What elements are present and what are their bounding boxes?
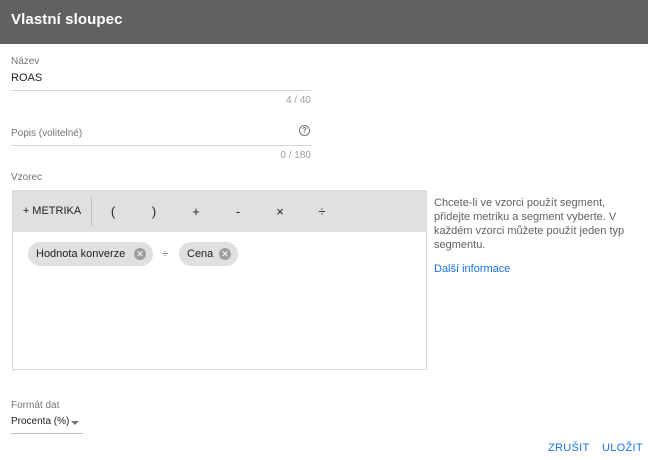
formula-toolbar: + METRIKA ( ) + - × ÷ [13, 191, 426, 232]
format-label: Formát dat [11, 400, 60, 411]
toolbar-divider [91, 197, 92, 226]
plus-button[interactable]: + [184, 191, 208, 232]
divide-button[interactable]: ÷ [310, 191, 334, 232]
chip-label: Hodnota konverze [36, 248, 126, 260]
learn-more-link[interactable]: Další informace [434, 263, 510, 275]
close-paren-button[interactable]: ) [142, 191, 166, 232]
close-circle-icon[interactable]: ✕ [219, 248, 231, 260]
segment-hint-text: Chcete-li ve vzorci použít segment, přid… [434, 197, 625, 251]
chip-label: Cena [187, 248, 214, 260]
cancel-button[interactable]: ZRUŠIT [548, 442, 590, 454]
open-paren-button[interactable]: ( [101, 191, 125, 232]
name-field-underline [11, 90, 311, 91]
format-select-value: Procenta (%) [11, 416, 70, 427]
multiply-button[interactable]: × [268, 191, 292, 232]
name-field-label: Název [11, 56, 40, 67]
format-select[interactable]: Procenta (%) [11, 414, 83, 434]
name-field-input[interactable]: ROAS [11, 72, 42, 84]
dialog-title: Vlastní sloupec [11, 11, 123, 28]
dialog-header: Vlastní sloupec [0, 0, 648, 44]
description-field-input[interactable]: Popis (volitelné) [11, 128, 82, 139]
formula-chip-conversion-value[interactable]: Hodnota konverze ✕ [28, 242, 153, 266]
formula-operator: ÷ [162, 248, 169, 260]
save-button[interactable]: ULOŽIT [602, 442, 643, 454]
format-select-underline [11, 433, 83, 434]
add-metric-button[interactable]: + METRIKA [13, 191, 91, 232]
close-circle-icon[interactable]: ✕ [134, 248, 146, 260]
formula-label: Vzorec [11, 172, 43, 183]
formula-editor[interactable]: + METRIKA ( ) + - × ÷ [12, 190, 427, 370]
name-field-counter: 4 / 40 [285, 95, 311, 106]
description-field-counter: 0 / 180 [280, 150, 311, 161]
dropdown-arrow-icon [71, 421, 79, 425]
formula-chip-cost[interactable]: Cena ✕ [179, 242, 238, 266]
minus-button[interactable]: - [226, 191, 250, 232]
help-circle-icon[interactable]: ? [299, 125, 310, 136]
description-field-underline [11, 145, 311, 146]
